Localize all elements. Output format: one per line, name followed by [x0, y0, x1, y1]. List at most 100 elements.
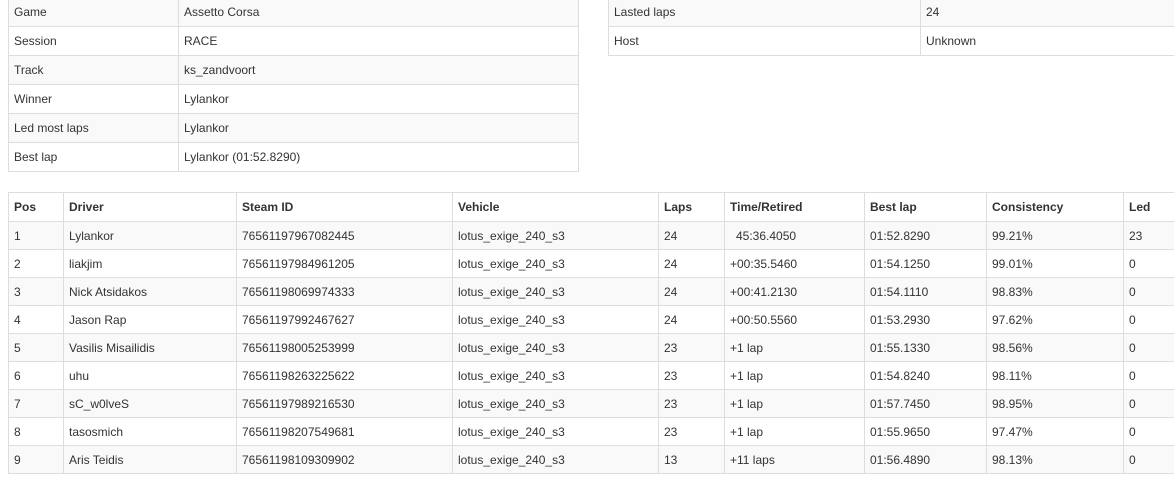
- info-value: RACE: [178, 26, 579, 56]
- cell-steam-id: 76561198005253999: [236, 333, 453, 362]
- cell-led: 23: [1123, 221, 1174, 250]
- session-info-body: Game Assetto Corsa Session RACE Track ks_zand…: [8, 0, 579, 172]
- cell-laps: 23: [658, 361, 725, 390]
- table-row: 6 uhu 76561198263225622 lotus_exige_240_s3 2…: [8, 361, 1174, 390]
- cell-vehicle: lotus_exige_240_s3: [452, 277, 659, 306]
- cell-time-retired: +00:41.2130: [724, 277, 865, 306]
- cell-led: 0: [1123, 277, 1174, 306]
- table-row: 3 Nick Atsidakos 76561198069974333 lotus_ex…: [8, 277, 1174, 306]
- info-row-best-lap: Best lap Lylankor (01:52.8290): [8, 142, 579, 172]
- cell-driver: Aris Teidis: [63, 445, 237, 474]
- table-row: 1 Lylankor 76561197967082445 lotus_exige_24…: [8, 221, 1174, 250]
- table-row: 5 Vasilis Misailidis 76561198005253999 lotu…: [8, 333, 1174, 362]
- column-header-time-retired: Time/Retired: [724, 192, 865, 222]
- cell-laps: 24: [658, 249, 725, 278]
- results-header-row: Pos Driver Steam ID Vehicle Laps Time/Retired…: [8, 192, 1174, 222]
- cell-steam-id: 76561197992467627: [236, 305, 453, 334]
- cell-time-retired: +11 laps: [724, 445, 865, 474]
- cell-steam-id: 76561197989216530: [236, 389, 453, 418]
- cell-led: 0: [1123, 333, 1174, 362]
- cell-driver: tasosmich: [63, 417, 237, 446]
- cell-best-lap: 01:54.1110: [864, 277, 987, 306]
- cell-led: 0: [1123, 249, 1174, 278]
- info-label: Winner: [8, 84, 179, 114]
- table-row: 7 sC_w0lveS 76561197989216530 lotus_exige_2…: [8, 389, 1174, 418]
- cell-consistency: 98.13%: [986, 445, 1124, 474]
- cell-time-retired: 45:36.4050: [724, 221, 865, 250]
- info-row-track: Track ks_zandvoort: [8, 55, 579, 85]
- cell-laps: 24: [658, 221, 725, 250]
- results-header: Pos Driver Steam ID Vehicle Laps Time/Retired…: [8, 192, 1174, 222]
- cell-laps: 23: [658, 417, 725, 446]
- cell-time-retired: +00:50.5560: [724, 305, 865, 334]
- cell-vehicle: lotus_exige_240_s3: [452, 249, 659, 278]
- cell-driver: Jason Rap: [63, 305, 237, 334]
- cell-vehicle: lotus_exige_240_s3: [452, 305, 659, 334]
- info-value: Assetto Corsa: [178, 0, 579, 27]
- table-row: 9 Aris Teidis 76561198109309902 lotus_exige…: [8, 445, 1174, 474]
- cell-vehicle: lotus_exige_240_s3: [452, 445, 659, 474]
- column-header-consistency: Consistency: [986, 192, 1124, 222]
- cell-consistency: 98.11%: [986, 361, 1124, 390]
- cell-laps: 23: [658, 389, 725, 418]
- cell-led: 0: [1123, 305, 1174, 334]
- cell-best-lap: 01:57.7450: [864, 389, 987, 418]
- cell-time-retired: +1 lap: [724, 333, 865, 362]
- cell-pos: 3: [8, 277, 64, 306]
- cell-best-lap: 01:56.4890: [864, 445, 987, 474]
- cell-steam-id: 76561198109309902: [236, 445, 453, 474]
- cell-steam-id: 76561197984961205: [236, 249, 453, 278]
- info-value: Lylankor: [178, 113, 579, 143]
- info-value: Lylankor (01:52.8290): [178, 142, 579, 172]
- info-label: Lasted laps: [608, 0, 921, 27]
- info-value: Lylankor: [178, 84, 579, 114]
- cell-steam-id: 76561198069974333: [236, 277, 453, 306]
- cell-pos: 5: [8, 333, 64, 362]
- info-label: Best lap: [8, 142, 179, 172]
- cell-steam-id: 76561198207549681: [236, 417, 453, 446]
- cell-consistency: 97.62%: [986, 305, 1124, 334]
- cell-laps: 24: [658, 277, 725, 306]
- info-label: Session: [8, 26, 179, 56]
- table-row: 8 tasosmich 76561198207549681 lotus_exige_2…: [8, 417, 1174, 446]
- info-value: ks_zandvoort: [178, 55, 579, 85]
- column-header-driver: Driver: [63, 192, 237, 222]
- cell-driver: Lylankor: [63, 221, 237, 250]
- cell-laps: 13: [658, 445, 725, 474]
- info-label: Game: [8, 0, 179, 27]
- cell-driver: sC_w0lveS: [63, 389, 237, 418]
- cell-vehicle: lotus_exige_240_s3: [452, 417, 659, 446]
- column-header-laps: Laps: [658, 192, 725, 222]
- cell-pos: 6: [8, 361, 64, 390]
- info-row-lasted-laps: Lasted laps 24: [608, 0, 1174, 27]
- cell-pos: 1: [8, 221, 64, 250]
- session-info-table: Game Assetto Corsa Session RACE Track ks_zand…: [8, 0, 579, 172]
- cell-laps: 23: [658, 333, 725, 362]
- table-row: 4 Jason Rap 76561197992467627 lotus_exige_2…: [8, 305, 1174, 334]
- info-value: 24: [920, 0, 1174, 27]
- session-info-table-secondary: Lasted laps 24 Host Unknown: [608, 0, 1174, 56]
- cell-laps: 24: [658, 305, 725, 334]
- column-header-led: Led: [1123, 192, 1174, 222]
- table-row: 2 liakjim 76561197984961205 lotus_exige_240…: [8, 249, 1174, 278]
- cell-led: 0: [1123, 445, 1174, 474]
- race-results-table: Pos Driver Steam ID Vehicle Laps Time/Retired…: [8, 192, 1174, 474]
- cell-vehicle: lotus_exige_240_s3: [452, 361, 659, 390]
- cell-driver: uhu: [63, 361, 237, 390]
- info-row-game: Game Assetto Corsa: [8, 0, 579, 27]
- cell-best-lap: 01:52.8290: [864, 221, 987, 250]
- cell-time-retired: +1 lap: [724, 389, 865, 418]
- cell-steam-id: 76561197967082445: [236, 221, 453, 250]
- info-row-host: Host Unknown: [608, 26, 1174, 56]
- cell-best-lap: 01:55.1330: [864, 333, 987, 362]
- info-row-led-most-laps: Led most laps Lylankor: [8, 113, 579, 143]
- column-header-best-lap: Best lap: [864, 192, 987, 222]
- session-info-secondary-body: Lasted laps 24 Host Unknown: [608, 0, 1174, 56]
- info-label: Led most laps: [8, 113, 179, 143]
- cell-pos: 4: [8, 305, 64, 334]
- cell-led: 0: [1123, 417, 1174, 446]
- info-row-session: Session RACE: [8, 26, 579, 56]
- info-label: Host: [608, 26, 921, 56]
- cell-pos: 8: [8, 417, 64, 446]
- cell-led: 0: [1123, 389, 1174, 418]
